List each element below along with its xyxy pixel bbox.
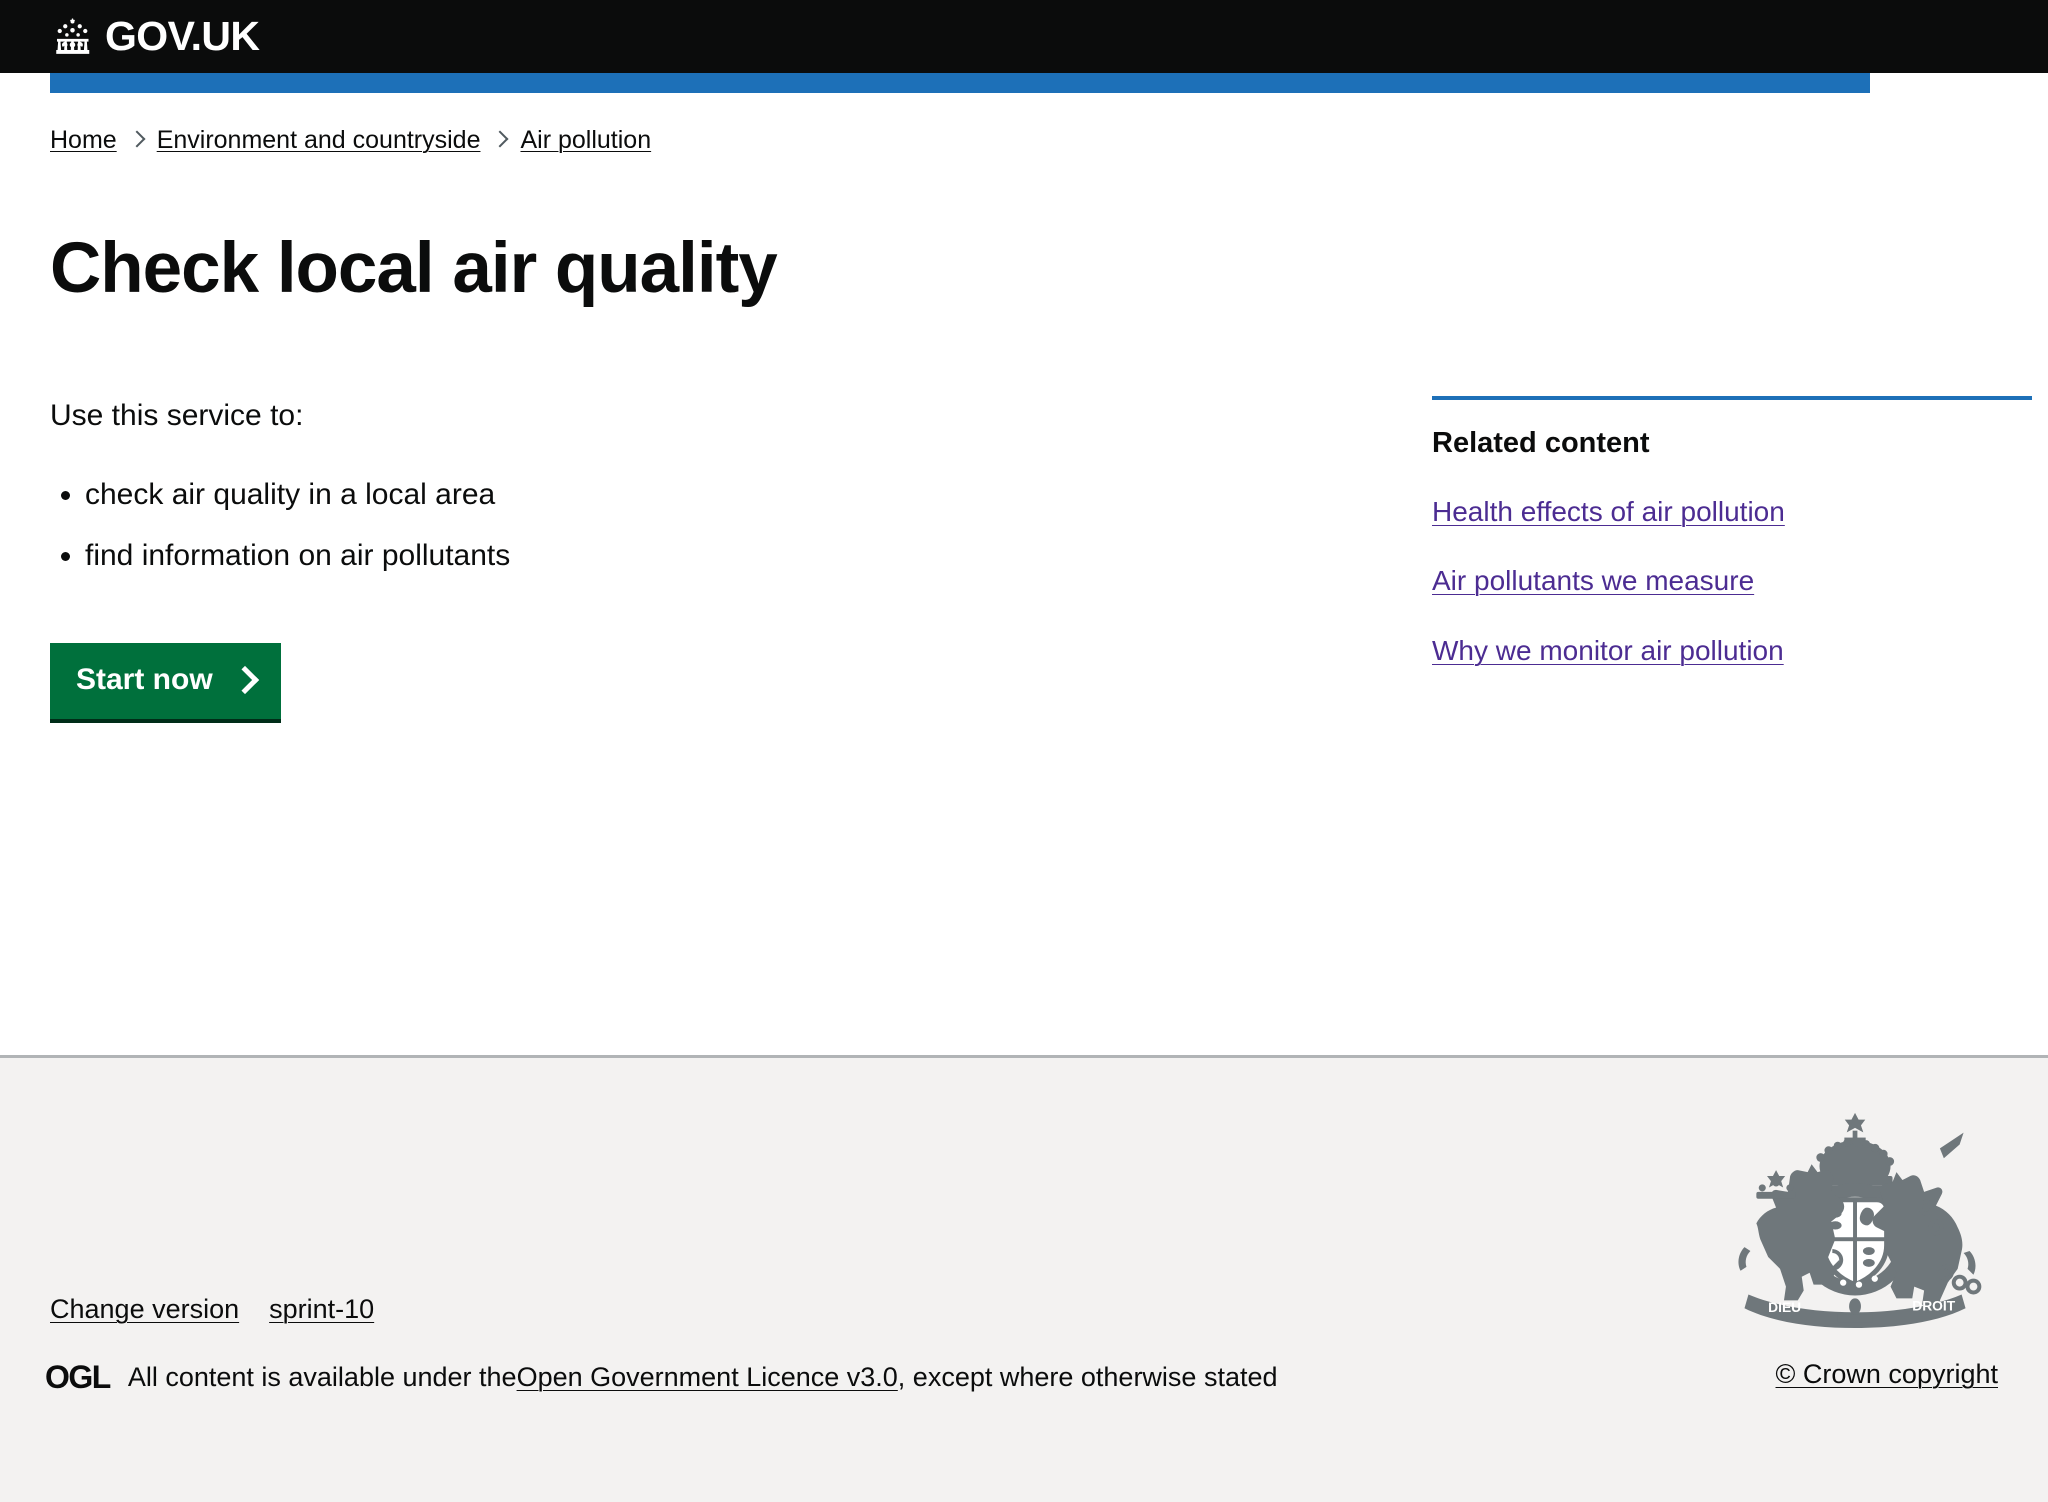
- breadcrumb-item-air-pollution[interactable]: Air pollution: [520, 125, 651, 155]
- related-content-rule: [1432, 396, 2032, 401]
- royal-coat-of-arms-icon: DIEU DROIT: [1728, 1105, 1986, 1330]
- ogl-logo-icon: OGL: [45, 1359, 111, 1395]
- licence-text-prefix: All content is available under the: [127, 1362, 517, 1392]
- version-label-link[interactable]: sprint-10: [269, 1293, 374, 1325]
- chevron-right-icon: [128, 130, 146, 148]
- related-content-sidebar: Related content Health effects of air po…: [1370, 396, 2032, 723]
- gov-uk-footer: DIEU DROIT Change version sprint-10 OGL …: [0, 1055, 2048, 1502]
- start-now-label: Start now: [76, 663, 213, 697]
- related-content-heading: Related content: [1432, 427, 1650, 460]
- footer-licence: OGL All content is available under the O…: [45, 1358, 1278, 1396]
- change-version-link[interactable]: Change version: [50, 1293, 239, 1325]
- page-title: Check local air quality: [50, 229, 778, 308]
- footer-copyright: © Crown copyright: [1776, 1358, 1998, 1390]
- page-container: Home Environment and countryside Air pol…: [0, 73, 2048, 724]
- svg-text:DIEU: DIEU: [1768, 1299, 1801, 1315]
- related-link-why-we-monitor[interactable]: Why we monitor air pollution: [1432, 634, 2032, 668]
- list-item: find information on air pollutants: [85, 536, 1370, 575]
- start-now-button[interactable]: Start now: [50, 643, 281, 724]
- gov-uk-logo-text: GOV.UK: [105, 13, 260, 59]
- related-link-health-effects[interactable]: Health effects of air pollution: [1432, 495, 2032, 529]
- gov-uk-logo-link[interactable]: GOV.UK: [50, 13, 260, 59]
- header-inner: GOV.UK: [0, 0, 2048, 73]
- list-item: check air quality in a local area: [85, 475, 1370, 514]
- svg-text:DROIT: DROIT: [1912, 1297, 1955, 1313]
- footer-inner: DIEU DROIT Change version sprint-10 OGL …: [0, 1058, 2048, 1502]
- header-accent-bar: [50, 73, 1870, 93]
- chevron-right-icon: [230, 665, 259, 695]
- service-intro-text: Use this service to:: [50, 399, 304, 433]
- crown-icon: [50, 17, 96, 57]
- service-uses-list: check air quality in a local area find i…: [50, 475, 1370, 575]
- crown-copyright-link[interactable]: © Crown copyright: [1776, 1359, 1998, 1389]
- breadcrumb-item-home[interactable]: Home: [50, 125, 117, 155]
- footer-version-meta: Change version sprint-10: [50, 1293, 374, 1325]
- main-column: Use this service to: check air quality i…: [50, 396, 1370, 724]
- content-grid: Use this service to: check air quality i…: [50, 396, 2032, 724]
- related-link-air-pollutants[interactable]: Air pollutants we measure: [1432, 564, 2032, 598]
- open-government-licence-link[interactable]: Open Government Licence v3.0: [517, 1361, 898, 1393]
- gov-uk-header: GOV.UK: [0, 0, 2048, 93]
- chevron-right-icon: [491, 130, 509, 148]
- licence-text-suffix: , except where otherwise stated: [897, 1362, 1278, 1392]
- breadcrumb-item-environment-and-countryside[interactable]: Environment and countryside: [157, 125, 481, 155]
